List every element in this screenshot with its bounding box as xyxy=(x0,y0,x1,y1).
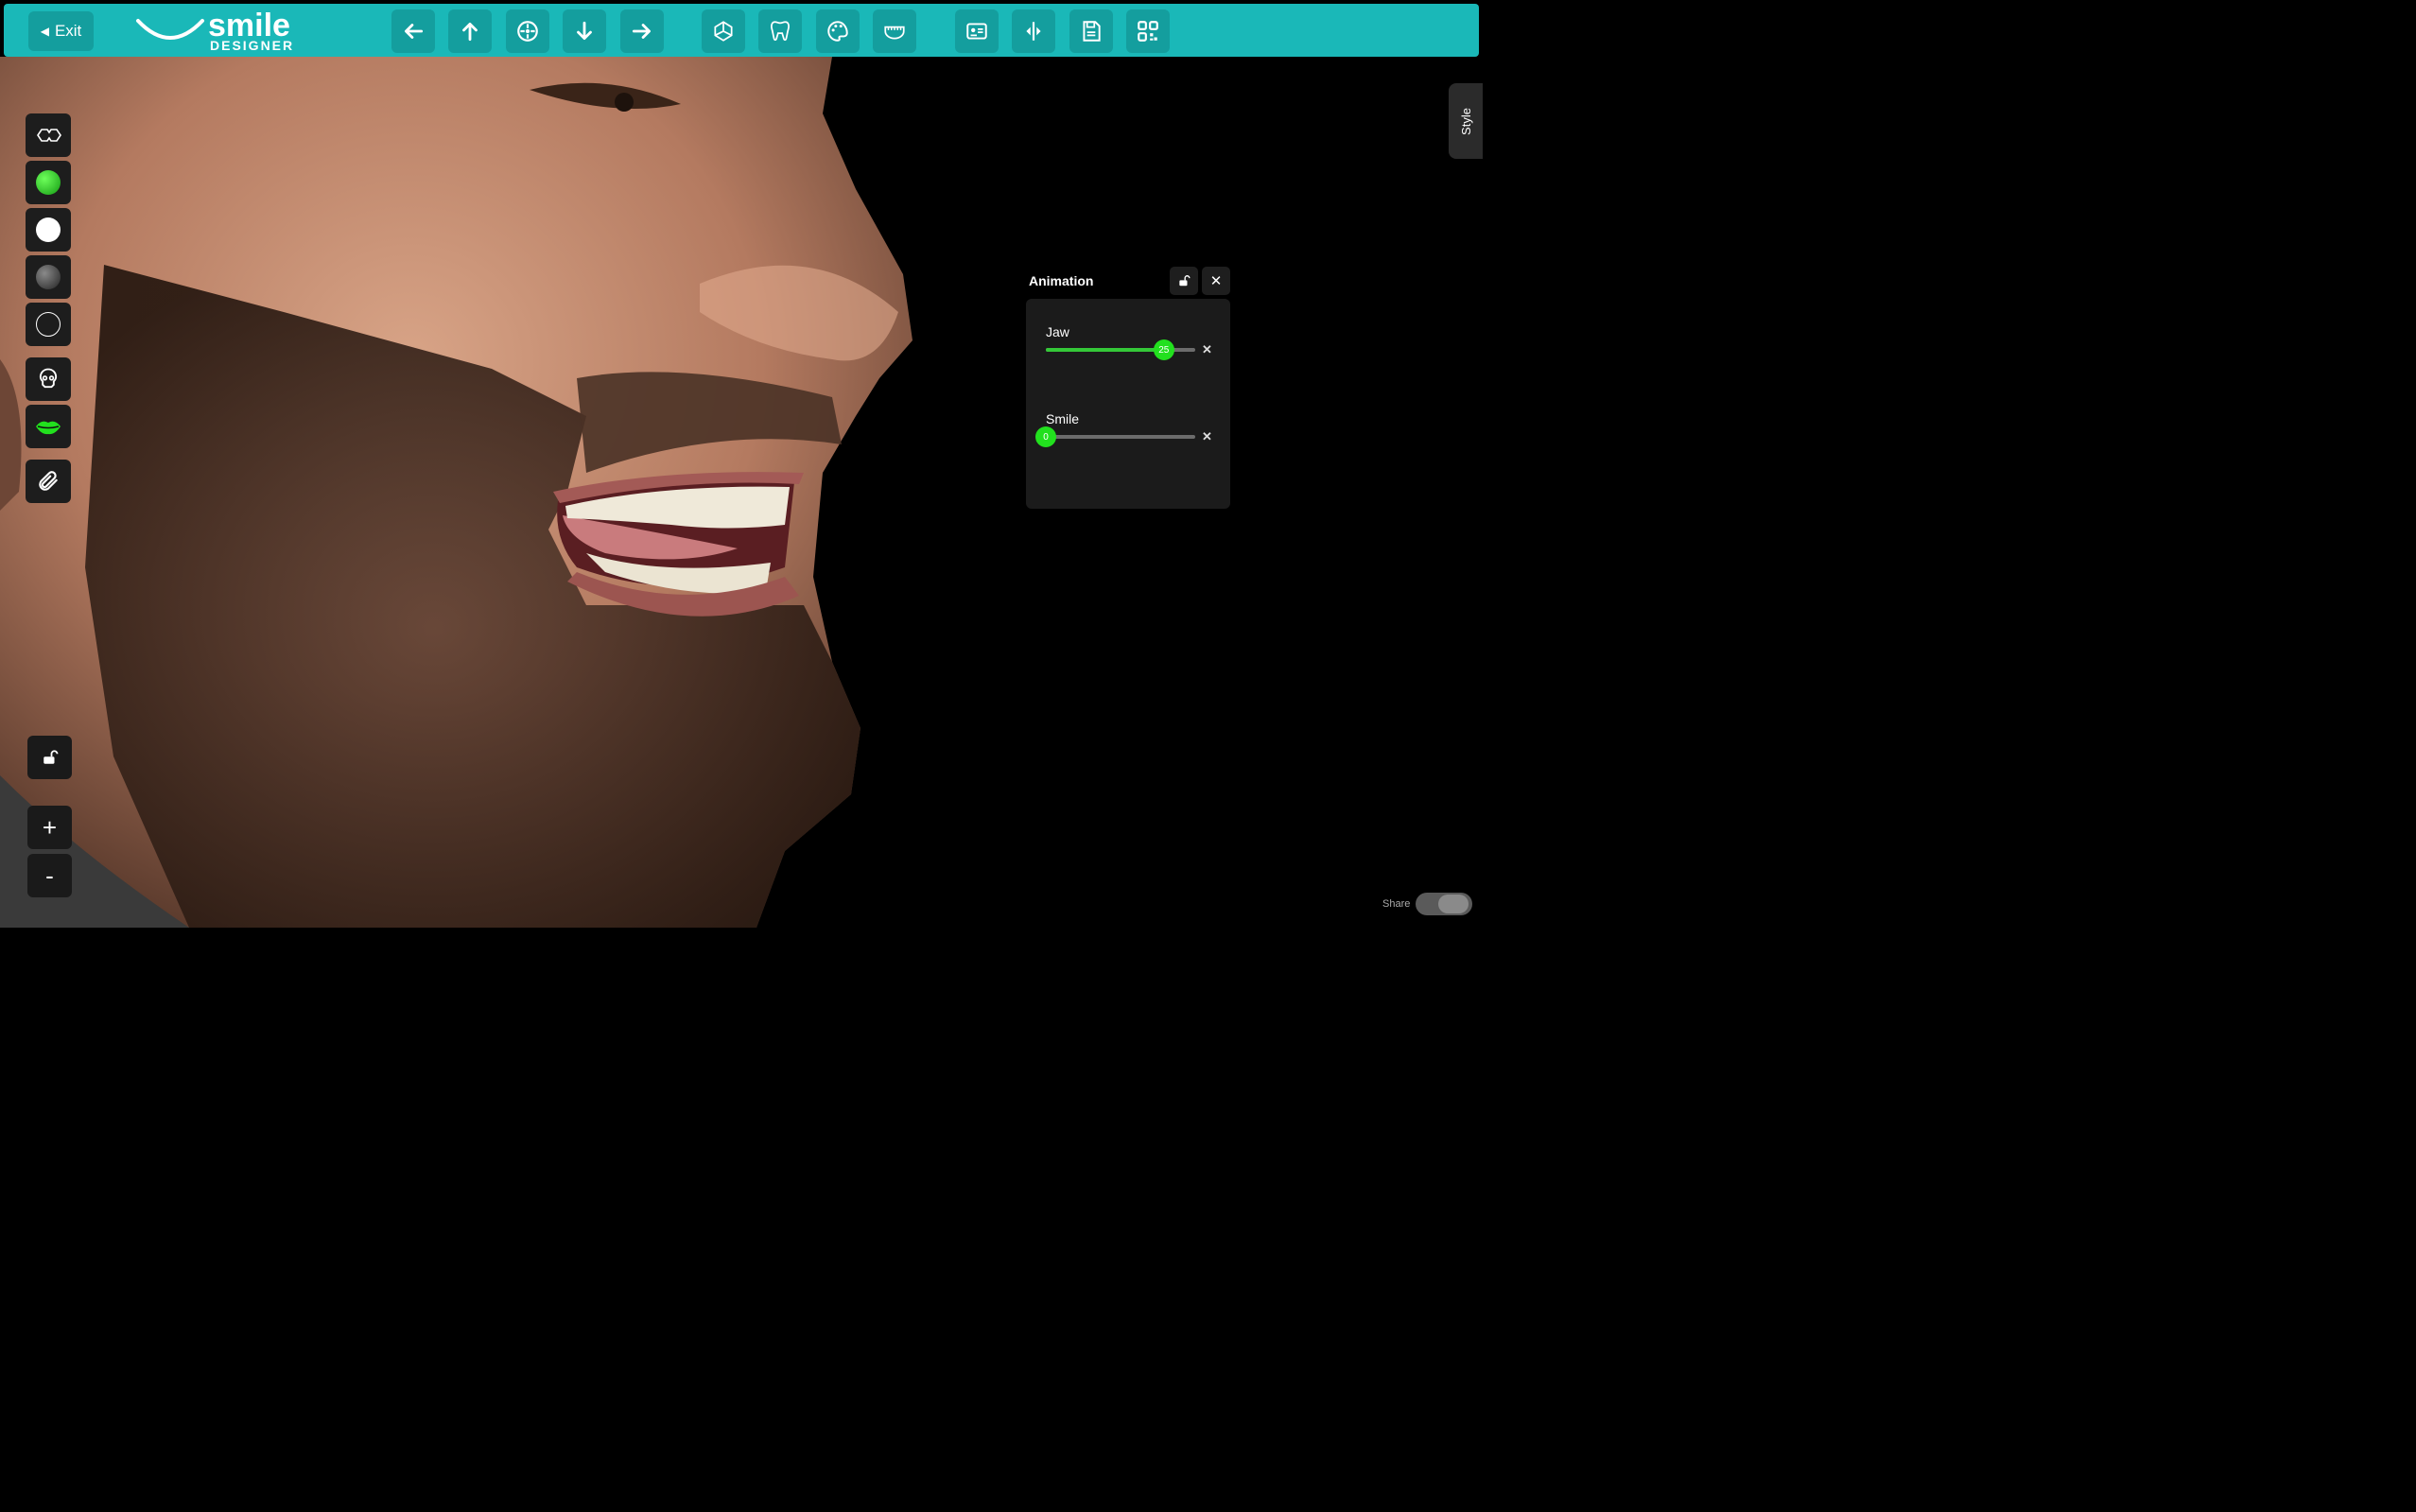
split-compare-icon xyxy=(1026,22,1041,41)
skull-icon xyxy=(39,368,58,389)
material-white-button[interactable] xyxy=(26,208,71,252)
jaw-slider-label: Jaw xyxy=(1046,324,1069,339)
lips-icon xyxy=(36,421,61,435)
top-toolbar: ◀ Exit smile DESIGNER xyxy=(4,4,1479,57)
jaw-icon xyxy=(884,26,905,40)
material-dark-button[interactable] xyxy=(26,255,71,299)
smile-slider-label: Smile xyxy=(1046,411,1080,426)
white-sphere-icon xyxy=(36,217,61,242)
caret-left-icon: ◀ xyxy=(40,25,49,38)
animation-panel: Jaw 25 ✕ Smile 0 ✕ xyxy=(1026,299,1230,509)
jaw-slider-track[interactable]: 25 xyxy=(1046,339,1195,360)
share-toggle-knob xyxy=(1438,895,1469,913)
rotate-down-button[interactable] xyxy=(563,9,606,53)
style-tab[interactable]: Style xyxy=(1449,83,1483,159)
palette-icon xyxy=(827,21,848,42)
qr-code-icon xyxy=(1138,21,1158,42)
zoom-out-button[interactable]: - xyxy=(27,854,72,897)
jaw-slider-thumb[interactable]: 25 xyxy=(1153,339,1174,360)
outline-circle-icon xyxy=(36,312,61,337)
shade-palette-button[interactable] xyxy=(816,9,860,53)
arrow-up-icon xyxy=(462,23,478,42)
dark-sphere-icon xyxy=(36,265,61,289)
green-sphere-icon xyxy=(36,170,61,195)
animation-panel-title: Animation xyxy=(1029,273,1094,288)
jaw-reset-icon[interactable]: ✕ xyxy=(1202,342,1212,357)
save-button[interactable] xyxy=(1069,9,1113,53)
smile-curve-icon xyxy=(136,19,204,40)
close-icon: ✕ xyxy=(1209,273,1223,289)
unlock-icon xyxy=(1179,275,1191,287)
tooth-icon xyxy=(771,21,790,42)
rotate-right-button[interactable] xyxy=(620,9,664,53)
center-view-button[interactable] xyxy=(506,9,549,53)
jaw-slider-fill xyxy=(1046,348,1164,352)
smile-reset-icon[interactable]: ✕ xyxy=(1202,429,1212,444)
id-card-icon xyxy=(966,23,987,40)
minus-icon: - xyxy=(45,860,54,890)
smile-designer-logo: smile DESIGNER xyxy=(134,8,304,53)
panel-close-button[interactable]: ✕ xyxy=(1202,267,1230,295)
toggle-layers-button[interactable] xyxy=(26,113,71,157)
style-tab-label: Style xyxy=(1458,107,1473,135)
qr-code-button[interactable] xyxy=(1126,9,1170,53)
share-label: Share xyxy=(1382,898,1411,910)
patient-info-button[interactable] xyxy=(955,9,999,53)
logo-subtitle: DESIGNER xyxy=(210,38,295,53)
arrow-left-icon xyxy=(405,24,424,39)
hexagons-icon xyxy=(37,129,61,142)
save-icon xyxy=(1083,21,1101,42)
unlock-icon xyxy=(43,750,58,764)
jaw-button[interactable] xyxy=(873,9,916,53)
center-target-icon xyxy=(517,21,538,42)
lips-button[interactable] xyxy=(26,405,71,448)
plus-icon: + xyxy=(42,812,58,842)
3d-viewport[interactable] xyxy=(0,0,1483,928)
material-green-button[interactable] xyxy=(26,161,71,204)
arrow-down-icon xyxy=(577,21,592,40)
view-lock-button[interactable] xyxy=(27,736,72,779)
3d-view-button[interactable] xyxy=(702,9,745,53)
share-toggle[interactable] xyxy=(1416,893,1472,915)
smile-slider-track[interactable]: 0 xyxy=(1035,426,1195,447)
panel-lock-button[interactable] xyxy=(1170,267,1198,295)
zoom-in-button[interactable]: + xyxy=(27,806,72,849)
skull-button[interactable] xyxy=(26,357,71,401)
smile-slider-thumb[interactable]: 0 xyxy=(1035,426,1056,447)
rotate-left-button[interactable] xyxy=(391,9,435,53)
arrow-right-icon xyxy=(632,24,651,39)
3d-axes-icon xyxy=(714,21,733,42)
exit-label: Exit xyxy=(54,22,82,40)
paperclip-icon xyxy=(39,471,58,491)
tooth-button[interactable] xyxy=(758,9,802,53)
exit-button[interactable]: ◀ Exit xyxy=(28,11,94,51)
material-outline-button[interactable] xyxy=(26,303,71,346)
attachment-button[interactable] xyxy=(26,460,71,503)
rotate-up-button[interactable] xyxy=(448,9,492,53)
split-view-button[interactable] xyxy=(1012,9,1055,53)
